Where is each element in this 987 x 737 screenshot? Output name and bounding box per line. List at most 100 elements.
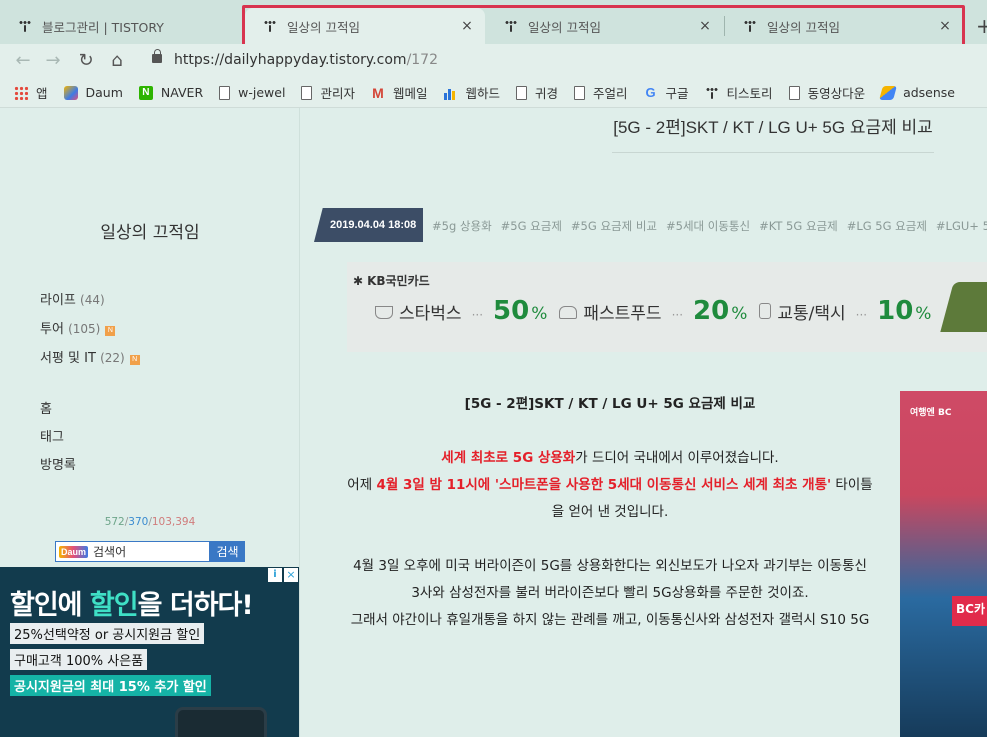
body-paragraph: 세계 최초로 5G 상용화가 드디어 국내에서 이루어졌습니다. <box>441 450 779 466</box>
lock-icon <box>152 49 162 63</box>
category-item-life[interactable]: 라이프 (44) <box>40 286 140 315</box>
new-tab-button[interactable]: + <box>976 14 987 38</box>
ad-headline: 할인에 할인을 더하다! <box>10 590 254 621</box>
bookmark-w-jewel[interactable]: w-jewel <box>219 85 285 100</box>
tab-daily-notes-active[interactable]: 일상의 끄적임 × <box>245 8 485 44</box>
post-date: 2019.04.04 18:08 <box>314 208 423 242</box>
percent-unit: % <box>915 304 932 324</box>
bookmark-label: adsense <box>903 85 956 100</box>
tistory-icon <box>743 19 757 33</box>
home-icon[interactable]: ⌂ <box>106 50 128 71</box>
tab-label: 일상의 끄적임 <box>287 19 360 35</box>
page-icon <box>301 85 313 100</box>
kb-card-ad[interactable]: ✱ KB국민카드 스타벅스 ··· 50% 패스트푸드 ··· 20% 교통/택시… <box>347 262 987 352</box>
category-item-review-it[interactable]: 서평 및 IT (22) N <box>40 344 140 373</box>
bookmark-label: 티스토리 <box>726 86 773 101</box>
tistory-icon <box>705 86 719 100</box>
reload-icon[interactable]: ↻ <box>75 50 97 71</box>
daum-icon <box>63 85 78 100</box>
kb-star-icon: ✱ <box>353 274 364 288</box>
bookmark-apps[interactable]: 앱 <box>14 83 48 102</box>
sidebar-menu: 홈 태그 방명록 <box>40 396 76 480</box>
blog-title[interactable]: 일상의 끄적임 <box>0 218 300 243</box>
chart-icon <box>443 85 458 100</box>
apps-icon <box>14 85 28 100</box>
bookmark-naver[interactable]: N NAVER <box>138 85 204 100</box>
forward-arrow-icon[interactable]: → <box>42 50 64 71</box>
back-arrow-icon[interactable]: ← <box>12 50 34 71</box>
bookmark-google[interactable]: G 구글 <box>644 83 688 102</box>
adsense-icon <box>879 85 897 100</box>
kb-logo: ✱ KB국민카드 <box>353 274 430 288</box>
dots: ··· <box>471 308 484 322</box>
post-tags: #5g 상용화 #5G 요금제 #5G 요금제 비교 #5세대 이동통신 #KT 5G … <box>432 218 987 234</box>
ad-line: 구매고객 100% 사은품 <box>10 649 148 670</box>
category-item-tour[interactable]: 투어 (105) N <box>40 315 140 344</box>
bookmark-gwigyeong[interactable]: 귀경 <box>516 83 558 102</box>
bookmark-webmail[interactable]: M 웹메일 <box>371 83 428 102</box>
tab-blog-admin[interactable]: 블로그관리 | TISTORY <box>0 8 242 44</box>
bookmark-video-download[interactable]: 동영상다운 <box>788 83 866 102</box>
post-title[interactable]: [5G - 2편]SKT / KT / LG U+ 5G 요금제 비교 <box>612 113 934 153</box>
bookmark-jewelry[interactable]: 주얼리 <box>574 83 628 102</box>
bookmark-label: 웹메일 <box>392 86 428 101</box>
tag-link[interactable]: #KT 5G 요금제 <box>759 219 838 233</box>
search-button[interactable]: 검색 <box>210 541 245 562</box>
tag-link[interactable]: #LGU+ 5G 요금제 <box>936 219 987 233</box>
benefit-label: 교통/택시 <box>777 304 846 324</box>
menu-home[interactable]: 홈 <box>40 396 76 424</box>
tag-link[interactable]: #LG 5G 요금제 <box>847 219 927 233</box>
category-count: (44) <box>80 293 105 307</box>
tistory-icon <box>18 19 32 33</box>
body-paragraph: 4월 3일 오후에 미국 버라이즌이 5G를 상용화한다는 외신보도가 나오자 … <box>353 558 867 574</box>
benefit-percent: 20 <box>693 296 730 326</box>
category-name: 서평 및 IT <box>40 351 96 366</box>
close-icon[interactable]: × <box>937 18 953 34</box>
benefit-label: 스타벅스 <box>399 304 462 324</box>
phone-image <box>175 707 267 737</box>
bc-card-ad[interactable]: 여행엔 BC BC카 <box>900 391 987 737</box>
bookmark-admin[interactable]: 관리자 <box>301 83 355 102</box>
dots: ··· <box>855 308 868 322</box>
url-path: /172 <box>406 52 439 68</box>
bookmark-label: NAVER <box>160 85 204 100</box>
adchoices-icon[interactable]: i <box>268 568 282 582</box>
tab-daily-notes-3[interactable]: 일상의 끄적임 × <box>725 8 963 44</box>
bookmark-label: 동영상다운 <box>807 86 866 101</box>
tag-link[interactable]: #5G 요금제 <box>501 219 562 233</box>
bc-logo: 여행엔 BC <box>910 408 952 418</box>
tag-link[interactable]: #5G 요금제 비교 <box>571 219 657 233</box>
body-paragraph: 어제 4월 3일 밤 11시에 '스마트폰을 사용한 5세대 이동통신 서비스 … <box>347 477 873 493</box>
search-placeholder: 검색어 <box>93 545 127 559</box>
tab-daily-notes-2[interactable]: 일상의 끄적임 × <box>486 8 723 44</box>
benefit-percent: 50 <box>493 296 530 326</box>
menu-guestbook[interactable]: 방명록 <box>40 452 76 480</box>
tag-link[interactable]: #5세대 이동통신 <box>666 219 750 233</box>
bookmark-adsense[interactable]: adsense <box>879 85 956 100</box>
body-paragraph: 3사와 삼성전자를 불러 버라이즌보다 빨리 5G상용화를 주문한 것이죠. <box>411 585 809 601</box>
sidebar-ad[interactable]: 할인에 할인을 더하다! 25%선택약정 or 공시지원금 할인 구매고객 10… <box>0 567 299 737</box>
address-toolbar: ← → ↻ ⌂ https://dailyhappyday.tistory.co… <box>0 44 987 78</box>
address-field[interactable]: https://dailyhappyday.tistory.com/172 <box>174 52 438 68</box>
bookmark-tistory[interactable]: 티스토리 <box>705 83 773 102</box>
ad-line: 25%선택약정 or 공시지원금 할인 <box>10 623 205 644</box>
search-input[interactable]: Daum 검색어 <box>55 541 210 562</box>
close-icon[interactable]: × <box>459 18 475 34</box>
bookmark-label: Daum <box>85 85 123 100</box>
bookmark-webhard[interactable]: 웹하드 <box>443 83 500 102</box>
post-body: [5G - 2편]SKT / KT / LG U+ 5G 요금제 비교 세계 최… <box>320 391 900 634</box>
close-icon[interactable]: × <box>697 18 713 34</box>
bus-icon <box>759 303 772 319</box>
dots: ··· <box>671 308 684 322</box>
tab-label: 일상의 끄적임 <box>767 19 840 35</box>
new-badge: N <box>105 326 116 336</box>
bookmark-label: w-jewel <box>238 85 286 100</box>
tag-link[interactable]: #5g 상용화 <box>432 219 492 233</box>
blog-sidebar: 일상의 끄적임 라이프 (44) 투어 (105) N 서평 및 IT (22) N… <box>0 108 300 737</box>
daum-search: Daum 검색어 검색 <box>55 541 245 562</box>
bookmark-label: 앱 <box>36 86 48 101</box>
menu-tags[interactable]: 태그 <box>40 424 76 452</box>
bookmark-daum[interactable]: Daum <box>63 85 123 100</box>
bc-badge: BC카 <box>952 596 987 626</box>
ad-close-icon[interactable]: × <box>284 568 298 582</box>
